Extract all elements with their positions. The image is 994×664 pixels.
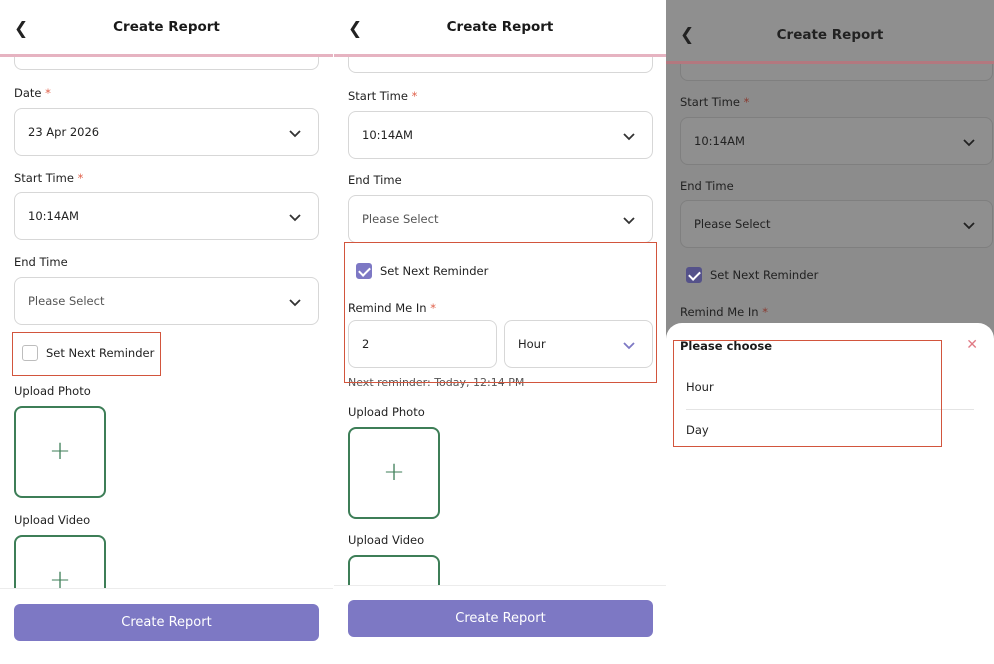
end-time-label: End Time bbox=[348, 173, 402, 187]
app-header: ❮ Create Report bbox=[334, 0, 666, 57]
header-divider bbox=[666, 61, 994, 64]
upload-photo-label: Upload Photo bbox=[14, 384, 91, 398]
end-time-placeholder: Please Select bbox=[362, 212, 439, 226]
end-time-placeholder: Please Select bbox=[28, 294, 105, 308]
start-time-select[interactable]: 10:14AM bbox=[680, 117, 993, 165]
start-time-value: 10:14AM bbox=[28, 209, 79, 223]
end-time-label: End Time bbox=[14, 255, 68, 269]
end-time-select[interactable]: Please Select bbox=[14, 277, 319, 325]
chevron-down-icon bbox=[623, 217, 635, 225]
unit-picker-sheet: Please choose ✕ Hour Day bbox=[666, 323, 994, 664]
close-icon[interactable]: ✕ bbox=[966, 337, 978, 353]
start-time-value: 10:14AM bbox=[694, 134, 745, 148]
start-time-select[interactable]: 10:14AM bbox=[14, 192, 319, 240]
set-next-reminder-checkbox[interactable]: Set Next Reminder bbox=[686, 265, 836, 285]
highlight-box bbox=[344, 242, 657, 383]
highlight-box bbox=[12, 332, 161, 376]
start-time-label: Start Time * bbox=[14, 171, 84, 185]
app-header: ❮ Create Report bbox=[666, 0, 994, 64]
highlight-box bbox=[673, 340, 942, 447]
page-title: Create Report bbox=[113, 19, 220, 35]
reminder-checkbox-box[interactable] bbox=[686, 267, 702, 283]
chevron-down-icon bbox=[289, 299, 301, 307]
chevron-down-icon bbox=[963, 222, 975, 230]
date-select[interactable]: 23 Apr 2026 bbox=[14, 108, 319, 156]
reminder-checkbox-label: Set Next Reminder bbox=[710, 268, 819, 282]
header-divider bbox=[334, 54, 666, 57]
page-title: Create Report bbox=[776, 27, 884, 43]
screen-create-report-unchecked: ❮ Create Report ❮ Create Report Date * 2… bbox=[0, 0, 333, 664]
chevron-down-icon bbox=[623, 133, 635, 141]
upload-video-label: Upload Video bbox=[348, 533, 425, 547]
start-time-label: Start Time * bbox=[348, 89, 418, 103]
bottom-bar: Create Report bbox=[334, 585, 666, 664]
header-divider bbox=[0, 54, 333, 57]
end-time-select[interactable]: Please Select bbox=[680, 200, 993, 248]
date-label: Date * bbox=[14, 86, 51, 100]
start-time-select[interactable]: 10:14AM bbox=[348, 111, 653, 159]
app-header-cover: ❮ Create Report bbox=[0, 0, 333, 57]
create-report-button[interactable]: Create Report bbox=[348, 600, 653, 637]
date-value: 23 Apr 2026 bbox=[28, 125, 100, 139]
page-title: Create Report bbox=[446, 19, 554, 35]
screen-create-report-checked: ❮ Create Report Start Time * 10:14AM End… bbox=[334, 0, 666, 664]
upload-photo-label: Upload Photo bbox=[348, 405, 425, 419]
upload-photo-button[interactable]: + bbox=[348, 427, 440, 519]
start-time-label: Start Time * bbox=[680, 95, 750, 109]
upload-video-label: Upload Video bbox=[14, 513, 91, 527]
plus-icon: + bbox=[49, 436, 71, 466]
end-time-select[interactable]: Please Select bbox=[348, 195, 653, 243]
screen-create-report-unit-sheet: ❮ Create Report Start Time * 10:14AM End… bbox=[666, 0, 994, 664]
create-report-button[interactable]: Create Report bbox=[14, 604, 319, 641]
chevron-down-icon bbox=[289, 130, 301, 138]
chevron-down-icon bbox=[289, 214, 301, 222]
chevron-down-icon bbox=[963, 139, 975, 147]
end-time-label: End Time bbox=[680, 179, 734, 193]
start-time-value: 10:14AM bbox=[362, 128, 413, 142]
bottom-bar: Create Report bbox=[0, 588, 333, 664]
plus-icon: + bbox=[383, 457, 405, 487]
end-time-placeholder: Please Select bbox=[694, 217, 771, 231]
upload-photo-button[interactable]: + bbox=[14, 406, 106, 498]
remind-me-in-label: Remind Me In * bbox=[680, 305, 768, 319]
